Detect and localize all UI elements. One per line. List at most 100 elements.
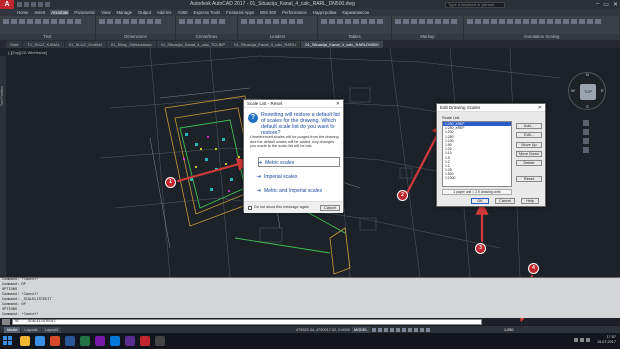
tool-icon[interactable] — [483, 19, 489, 24]
ribbon-tab[interactable]: Manage — [115, 10, 133, 15]
tool-icon[interactable] — [337, 19, 343, 24]
maximize-button[interactable]: ▭ — [603, 1, 609, 8]
ribbon-tab[interactable]: Performance — [281, 10, 308, 15]
tool-icon[interactable] — [219, 19, 225, 24]
reset-button[interactable]: Reset — [516, 176, 542, 182]
tool-icon[interactable] — [67, 19, 73, 24]
app-icon[interactable] — [50, 336, 60, 346]
orbit-icon[interactable] — [583, 138, 589, 144]
ribbon-tab[interactable]: Parametric — [73, 10, 96, 15]
annotation-visibility-icon[interactable] — [426, 328, 430, 332]
tool-icon[interactable] — [203, 19, 209, 24]
tool-icon[interactable] — [539, 19, 545, 24]
tool-icon[interactable] — [523, 19, 529, 24]
lineweight-icon[interactable] — [408, 328, 412, 332]
tool-icon[interactable] — [377, 19, 383, 24]
undo-icon[interactable] — [38, 2, 43, 7]
autocad-icon[interactable] — [140, 336, 150, 346]
document-tab[interactable]: Start — [6, 41, 23, 48]
polar-icon[interactable] — [390, 328, 394, 332]
tool-icon[interactable] — [11, 19, 17, 24]
ribbon-tab[interactable]: Надстройки — [312, 10, 338, 15]
tool-icon[interactable] — [419, 19, 425, 24]
onenote-icon[interactable] — [95, 336, 105, 346]
tool-icon[interactable] — [107, 19, 113, 24]
showmotion-icon[interactable] — [583, 147, 589, 153]
tool-icon[interactable] — [147, 19, 153, 24]
tool-icon[interactable] — [547, 19, 553, 24]
tool-icon[interactable] — [531, 19, 537, 24]
move-down-button[interactable]: Move Down — [516, 151, 542, 157]
scale-list[interactable]: 1:250_XREF 1:250_XREF 1:200 1:250 1:100 1:50 1… — [442, 121, 512, 187]
language-icon[interactable] — [586, 338, 590, 342]
tool-icon[interactable] — [571, 19, 577, 24]
tool-icon[interactable] — [19, 19, 25, 24]
tool-icon[interactable] — [499, 19, 505, 24]
tool-icon[interactable] — [411, 19, 417, 24]
tool-icon[interactable] — [59, 19, 65, 24]
tool-icon[interactable] — [353, 19, 359, 24]
viewcube-face[interactable]: TOP — [580, 84, 596, 100]
tool-icon[interactable] — [345, 19, 351, 24]
cancel-button[interactable]: Cancel — [495, 198, 515, 204]
dont-show-checkbox[interactable] — [248, 206, 252, 210]
document-tab[interactable]: T1_SLUZ_KANAL — [23, 41, 64, 48]
windows-start-icon[interactable] — [3, 336, 13, 346]
help-button[interactable]: Help — [521, 198, 539, 204]
tool-icon[interactable] — [595, 19, 601, 24]
snap-icon[interactable] — [378, 328, 382, 332]
tool-icon[interactable] — [123, 19, 129, 24]
delete-button[interactable]: Delete — [516, 160, 542, 166]
app-icon[interactable] — [155, 336, 165, 346]
ribbon-tab[interactable]: View — [100, 10, 111, 15]
volume-icon[interactable] — [580, 338, 584, 342]
ortho-icon[interactable] — [384, 328, 388, 332]
scale-list-item[interactable]: 1:1000 — [443, 176, 511, 180]
save-icon[interactable] — [31, 2, 36, 7]
tool-icon[interactable] — [249, 19, 255, 24]
tool-icon[interactable] — [187, 19, 193, 24]
tool-palette-strip[interactable]: Tool Palettes — [0, 56, 6, 276]
outlook-icon[interactable] — [110, 336, 120, 346]
tool-icon[interactable] — [289, 19, 295, 24]
otrack-icon[interactable] — [402, 328, 406, 332]
tool-icon[interactable] — [195, 19, 201, 24]
viewcube[interactable]: N S E W TOP — [568, 72, 606, 110]
ribbon-tab[interactable]: Annotate — [50, 10, 70, 15]
tool-icon[interactable] — [99, 19, 105, 24]
tool-icon[interactable] — [115, 19, 121, 24]
tool-icon[interactable] — [51, 19, 57, 24]
tool-icon[interactable] — [241, 19, 247, 24]
document-tab[interactable]: 01_Situacija_Kanal_4_calc_RARLI — [230, 41, 301, 48]
clock[interactable]: 17:57 15.07.2017 — [597, 335, 616, 345]
ribbon-tab[interactable]: BIM 360 — [259, 10, 277, 15]
tool-icon[interactable] — [281, 19, 287, 24]
excel-icon[interactable] — [80, 336, 90, 346]
search-input[interactable]: Type a keyword or phrase — [445, 1, 505, 8]
app-menu-button[interactable]: A — [0, 0, 14, 9]
new-icon[interactable] — [17, 2, 22, 7]
tool-icon[interactable] — [361, 19, 367, 24]
tool-icon[interactable] — [563, 19, 569, 24]
document-tab[interactable]: 01_Situacija_Kanal_4_calc_TOLBIP — [156, 41, 230, 48]
document-tab[interactable]: 01_Sliwy_Oshiarshnan — [106, 41, 156, 48]
tool-icon[interactable] — [297, 19, 303, 24]
tool-icon[interactable] — [329, 19, 335, 24]
close-icon[interactable]: ✕ — [336, 100, 340, 108]
osnap-icon[interactable] — [396, 328, 400, 332]
edit-button[interactable]: Edit... — [516, 132, 542, 138]
close-icon[interactable]: ✕ — [538, 104, 542, 112]
browser-icon[interactable] — [35, 336, 45, 346]
explorer-icon[interactable] — [20, 336, 30, 346]
ribbon-tab[interactable]: Express Tools — [193, 10, 222, 15]
grid-icon[interactable] — [372, 328, 376, 332]
tool-icon[interactable] — [257, 19, 263, 24]
tool-icon[interactable] — [555, 19, 561, 24]
tool-icon[interactable] — [467, 19, 473, 24]
tool-icon[interactable] — [435, 19, 441, 24]
ribbon-tab[interactable]: A360 — [176, 10, 188, 15]
metric-scales-option[interactable]: ➔ Metric scales — [258, 157, 340, 167]
imperial-scales-option[interactable]: ➔ Imperial scales — [257, 172, 340, 182]
tool-icon[interactable] — [507, 19, 513, 24]
ribbon-tab[interactable]: Home — [16, 10, 29, 15]
